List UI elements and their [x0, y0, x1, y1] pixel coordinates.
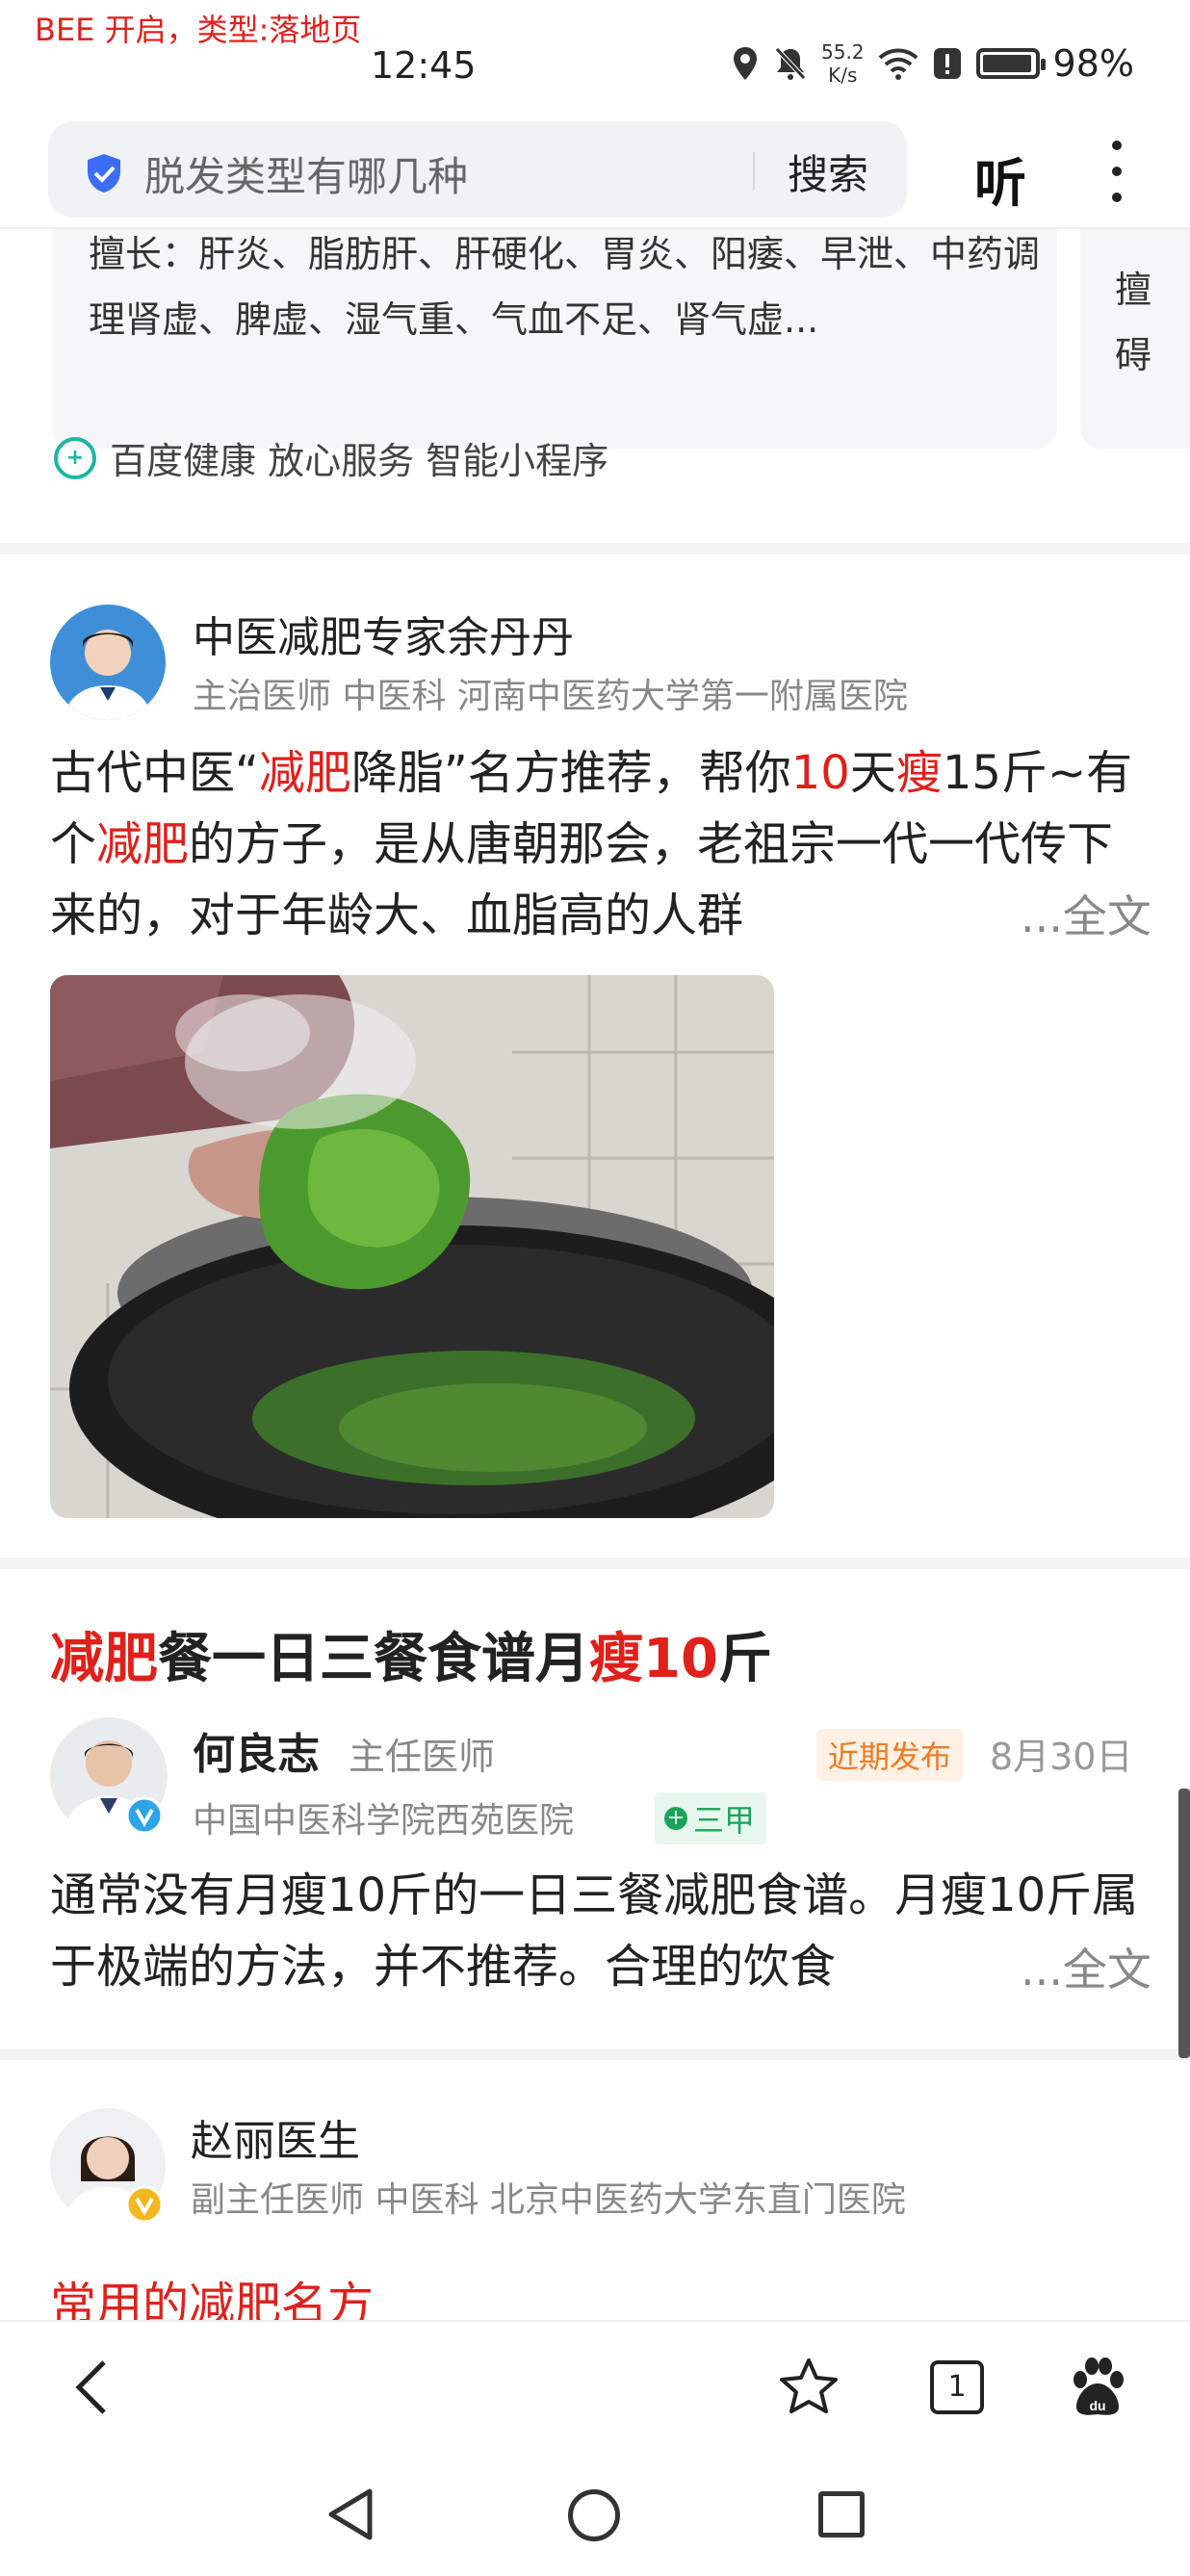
doctor-card[interactable]: 擅长：肝炎、脂肪肝、肝硬化、胃炎、阳痿、早泄、中药调理肾虚、脾虚、湿气重、气血不…: [52, 229, 1057, 449]
author-name[interactable]: 中医减肥专家余丹丹: [193, 603, 574, 664]
baidu-paw-icon[interactable]: du: [1067, 2357, 1128, 2418]
author-meta: 主治医师 中医科 河南中医药大学第一附属医院: [193, 677, 908, 716]
author-meta: 副主任医师 中医科 北京中医药大学东直门医院: [191, 2180, 906, 2220]
browser-toolbar: 1 du: [0, 2320, 1190, 2451]
read-full-link[interactable]: ...全文: [963, 1935, 1151, 1998]
baidu-health-row[interactable]: + 百度健康 放心服务 智能小程序: [54, 431, 608, 484]
peek-text-1: 擅: [1115, 269, 1152, 311]
author-title: 主任医师: [349, 1736, 496, 1778]
section-divider: [0, 2048, 1190, 2060]
text-segment: 天: [849, 746, 896, 800]
status-bar: BEE 开启，类型:落地页 12:45 55.2 K/s 98%: [0, 0, 1190, 106]
read-full-link[interactable]: ...全文: [963, 882, 1151, 945]
avatar[interactable]: [50, 605, 166, 720]
text-segment: 的方子，是从唐朝那会，老祖宗一代一代传下来的，对于年龄大、血脂高的人群: [50, 817, 1114, 942]
text-segment: 古代中医“: [50, 746, 259, 800]
article-subtitle[interactable]: 常用的减肥名方: [50, 2266, 374, 2320]
listen-button[interactable]: 听: [974, 141, 1026, 217]
mute-icon: [775, 47, 806, 80]
search-button[interactable]: 搜索: [788, 142, 868, 201]
scrollbar[interactable]: [1178, 1789, 1190, 2058]
search-header: 脱发类型有哪几种 搜索 听: [0, 106, 1190, 229]
doctor-avatar-icon: [50, 605, 166, 720]
highlight-text: 减肥: [96, 817, 190, 871]
plus-icon: +: [664, 1807, 687, 1830]
shield-icon: [88, 154, 120, 193]
text-segment: 餐一日三餐食谱月: [158, 1628, 589, 1690]
search-input[interactable]: 脱发类型有哪几种 搜索: [48, 121, 907, 218]
status-icons: 55.2 K/s 98%: [731, 40, 1134, 87]
doctor-specialty: 擅长：肝炎、脂肪肝、肝硬化、胃炎、阳痿、早泄、中药调理肾虚、脾虚、湿气重、气血不…: [89, 233, 1041, 341]
search-divider: [753, 152, 755, 191]
verified-icon: [125, 1796, 164, 1835]
nav-home-icon[interactable]: [568, 2489, 620, 2541]
publish-date: 8月30日: [990, 1736, 1133, 1778]
back-icon[interactable]: [65, 2357, 123, 2418]
search-query: 脱发类型有哪几种: [144, 153, 469, 200]
grade-label: 三甲: [693, 1802, 756, 1839]
system-nav-bar: [0, 2451, 1190, 2576]
highlight-text: 减肥: [50, 1628, 158, 1690]
wifi-icon: [878, 48, 918, 80]
highlight-text: 减肥: [258, 746, 351, 800]
net-speed: 55.2 K/s: [821, 40, 865, 87]
text-segment: 斤: [717, 1628, 772, 1690]
article-image[interactable]: [50, 975, 774, 1518]
hospital-grade-badge: + 三甲: [655, 1792, 767, 1844]
recent-tag: 近期发布: [816, 1729, 964, 1781]
nav-recent-icon[interactable]: [818, 2491, 865, 2537]
debug-label: BEE 开启，类型:落地页: [35, 12, 362, 48]
section-divider: [0, 1558, 1190, 1569]
author-hospital: 中国中医科学院西苑医院: [193, 1801, 575, 1841]
text-segment: 降脂”名方推荐，帮你: [350, 746, 791, 800]
alert-icon: [933, 48, 961, 79]
battery-icon: [975, 48, 1046, 79]
author-name[interactable]: 赵丽医生: [191, 2106, 360, 2168]
battery-percent: 98%: [1052, 42, 1134, 85]
baidu-health-text: 百度健康 放心服务 智能小程序: [110, 440, 609, 482]
verified-icon: [125, 2185, 164, 2224]
more-icon[interactable]: [1107, 141, 1126, 202]
baidu-health-icon: +: [54, 436, 96, 479]
svg-text:du: du: [1089, 2398, 1105, 2413]
highlight-text: 10: [643, 1628, 718, 1690]
tea-frying-photo: [50, 975, 774, 1518]
location-icon: [734, 47, 757, 80]
tabs-icon[interactable]: 1: [930, 2360, 984, 2414]
section-divider: [0, 543, 1190, 554]
doctor-card-next[interactable]: 擅 碍: [1080, 229, 1190, 449]
peek-text-2: 碍: [1115, 334, 1152, 376]
star-icon[interactable]: [778, 2357, 840, 2418]
status-time: 12:45: [371, 44, 477, 87]
article-title[interactable]: 减肥餐一日三餐食谱月瘦10斤: [50, 1615, 772, 1693]
highlight-text: 瘦: [895, 746, 943, 800]
result-list[interactable]: 擅长：肝炎、脂肪肝、肝硬化、胃炎、阳痿、早泄、中药调理肾虚、脾虚、湿气重、气血不…: [0, 229, 1190, 2320]
highlight-text: 瘦: [589, 1628, 643, 1690]
author-name[interactable]: 何良志: [193, 1719, 320, 1781]
nav-back-icon[interactable]: [323, 2486, 377, 2543]
highlight-text: 10: [790, 746, 850, 800]
